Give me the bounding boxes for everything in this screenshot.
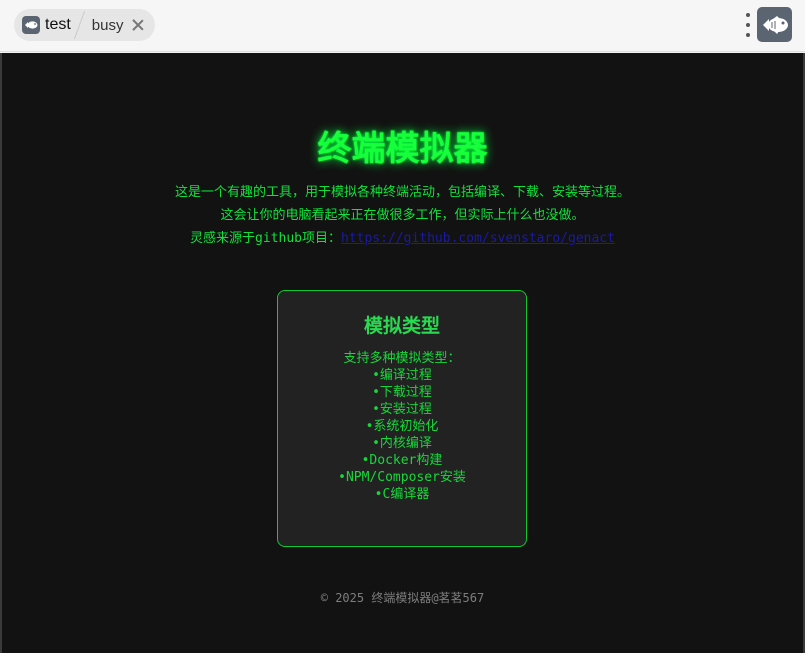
tab-title[interactable]: test	[45, 16, 71, 34]
close-icon[interactable]	[131, 18, 145, 32]
tab-status-label[interactable]: busy	[92, 17, 124, 34]
list-item: NPM/Composer安装	[278, 469, 526, 486]
tab-group[interactable]: test busy	[14, 9, 156, 41]
fish-icon[interactable]	[757, 7, 792, 42]
card-lead: 支持多种模拟类型：	[343, 351, 461, 366]
page-title: 终端模拟器	[317, 129, 488, 169]
intro-line-1: 这是一个有趣的工具，用于模拟各种终端活动，包括编译、下载、安装等过程。	[174, 185, 630, 200]
fish-icon	[22, 16, 40, 34]
card-body: 支持多种模拟类型： 编译过程 下载过程 安装过程 系统初始化 内核编译 Dock…	[278, 350, 526, 503]
list-item: C编译器	[278, 486, 526, 503]
page-content: 终端模拟器 这是一个有趣的工具，用于模拟各种终端活动，包括编译、下载、安装等过程…	[2, 53, 803, 653]
simulation-types-card: 模拟类型 支持多种模拟类型： 编译过程 下载过程 安装过程 系统初始化 内核编译…	[277, 290, 527, 547]
list-item: 编译过程	[278, 367, 526, 384]
list-item: Docker构建	[278, 452, 526, 469]
footer-copyright: © 2025 终端模拟器@茗茗567	[320, 591, 485, 605]
intro-link-prefix: 灵感来源于github项目：	[190, 231, 342, 246]
list-item: 下载过程	[278, 384, 526, 401]
more-vertical-icon[interactable]	[744, 13, 752, 37]
list-item: 系统初始化	[278, 418, 526, 435]
github-link[interactable]: https://github.com/svenstaro/genact	[341, 231, 615, 246]
card-title: 模拟类型	[363, 315, 440, 337]
tab-divider	[73, 11, 85, 39]
browser-toolbar: test busy	[0, 0, 805, 52]
intro-line-3: 灵感来源于github项目：https://github.com/svensta…	[2, 227, 803, 250]
intro-line-2: 这会让你的电脑看起来正在做很多工作，但实际上什么也没做。	[220, 208, 585, 223]
intro-text: 这是一个有趣的工具，用于模拟各种终端活动，包括编译、下载、安装等过程。 这会让你…	[2, 181, 803, 250]
list-item: 内核编译	[278, 435, 526, 452]
list-item: 安装过程	[278, 401, 526, 418]
